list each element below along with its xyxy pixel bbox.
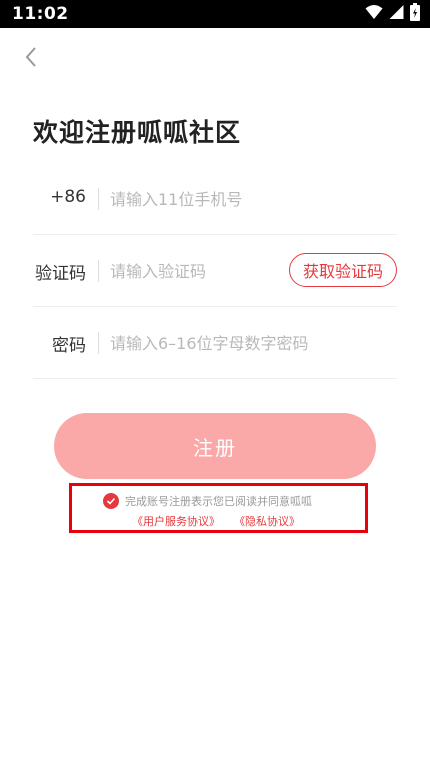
password-label: 密码 [52,336,86,356]
chevron-left-icon [24,46,38,72]
divider [98,332,99,354]
wifi-icon [365,4,383,24]
status-icons [365,3,420,25]
divider [98,260,99,282]
agreement-box: 完成账号注册表示您已阅读并同意呱呱 《用户服务协议》 《隐私协议》 [69,483,368,533]
privacy-policy-link[interactable]: 《隐私协议》 [234,513,300,529]
divider [98,188,99,210]
back-button[interactable] [14,44,48,74]
user-agreement-link[interactable]: 《用户服务协议》 [132,513,220,529]
agreement-text: 完成账号注册表示您已阅读并同意呱呱 [125,495,312,508]
country-code-label: +86 [50,187,86,207]
status-bar: 11:02 [0,0,430,28]
code-label: 验证码 [35,264,86,284]
phone-input[interactable] [110,185,360,213]
agreement-checkbox[interactable] [103,493,119,509]
status-time: 11:02 [12,4,69,24]
get-code-button[interactable]: 获取验证码 [289,253,397,287]
check-icon [106,497,116,505]
code-input[interactable] [110,257,280,285]
phone-row: +86 [33,163,397,235]
password-row: 密码 [33,307,397,379]
signal-icon [389,4,404,24]
password-input[interactable] [110,329,360,357]
code-row: 验证码 获取验证码 [33,235,397,307]
page-title: 欢迎注册呱呱社区 [33,118,242,147]
agreement-links: 《用户服务协议》 《隐私协议》 [132,513,300,529]
battery-icon [410,3,420,25]
agreement-line: 完成账号注册表示您已阅读并同意呱呱 [103,493,312,509]
register-button[interactable]: 注册 [54,413,376,479]
